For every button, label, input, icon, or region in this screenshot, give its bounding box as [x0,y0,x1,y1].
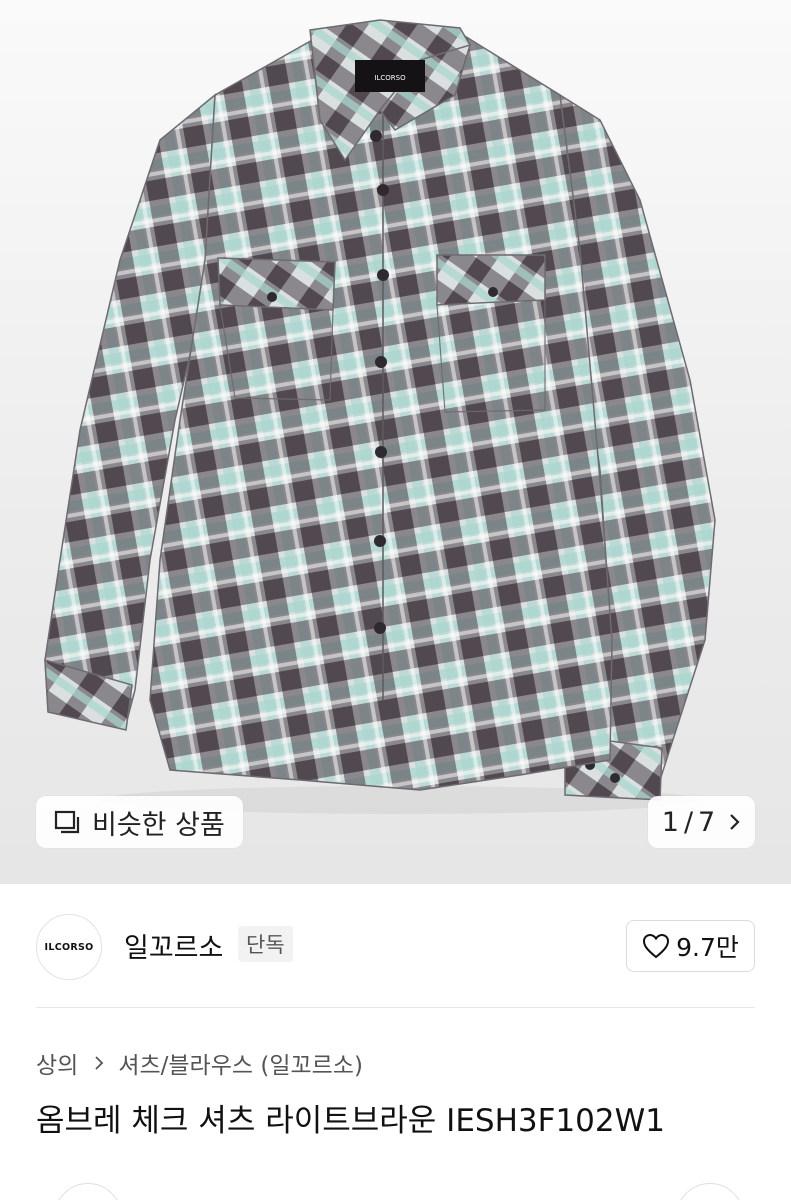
image-current-index: 1 [661,806,679,838]
product-image-gallery[interactable]: ILCORSO 비슷한 상품 1 / 7 [0,0,791,884]
brand-row: ILCORSO 일꼬르소 단독 9.7만 [0,884,791,1008]
image-counter-separator: / [683,806,694,838]
like-button[interactable]: 9.7만 [626,920,755,972]
breadcrumb: 상의 셔츠/블라우스 (일꼬르소) [36,1046,363,1080]
image-counter-button[interactable]: 1 / 7 [648,796,755,848]
product-title: 옴브레 체크 셔츠 라이트브라운 IESH3F102W1 [36,1103,665,1139]
divider [36,1007,755,1008]
similar-products-icon [54,810,80,834]
chevron-right-icon [730,814,740,830]
breadcrumb-category[interactable]: 상의 [36,1046,78,1080]
breadcrumb-subcategory[interactable]: 셔츠/블라우스 (일꼬르소) [118,1046,363,1080]
similar-products-label: 비슷한 상품 [92,809,225,841]
similar-products-button[interactable]: 비슷한 상품 [36,796,243,848]
brand-logo-text: ILCORSO [44,941,94,953]
exclusive-badge: 단독 [238,926,293,962]
heart-icon [643,933,670,959]
image-total-count: 7 [698,806,716,838]
floating-circle-right[interactable] [676,1183,744,1200]
brand-name[interactable]: 일꼬르소 [124,926,223,965]
shirt-label-text: ILCORSO [374,74,406,82]
floating-circle-left[interactable] [54,1183,122,1200]
product-image: ILCORSO [44,19,716,814]
brand-logo[interactable]: ILCORSO [36,914,102,980]
like-count: 9.7만 [676,933,739,962]
chevron-right-icon [95,1056,104,1070]
